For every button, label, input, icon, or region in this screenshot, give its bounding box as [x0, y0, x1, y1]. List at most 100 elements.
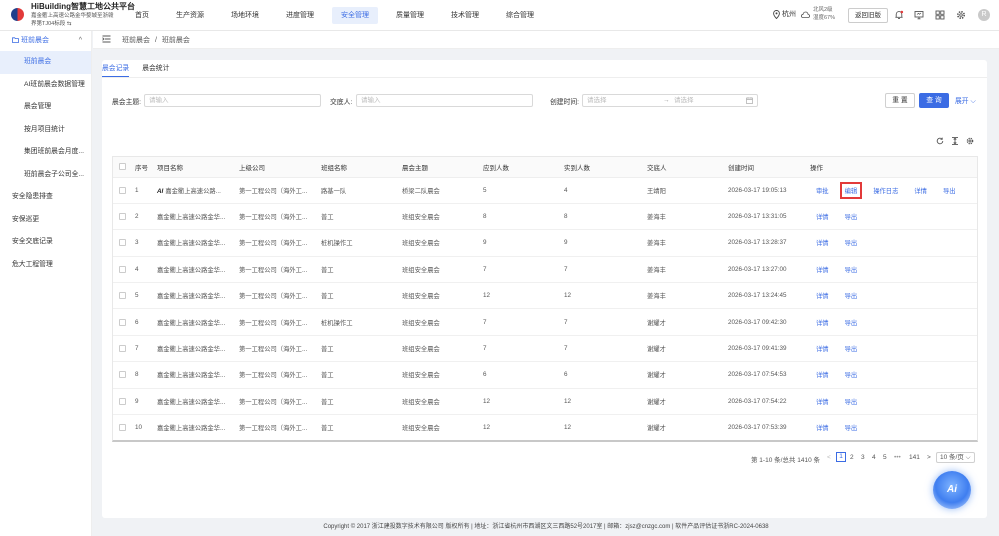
table-body: 1 AI 嘉金衢上高速公路... 第一工程公司（海外工... 路基一队 桥梁二队晨会 5 4 王… — [113, 177, 977, 440]
detail-link[interactable]: 详情 — [914, 188, 927, 195]
table-row: 3 嘉金衢上高速公路金华... 第一工程公司（海外工... 桩机操作工 班组安全晨会 9 9… — [113, 229, 977, 257]
detail-link[interactable]: 详情 — [816, 425, 829, 432]
gear-icon[interactable] — [956, 10, 966, 20]
sidebar-item-hazard-inspection[interactable]: 安全隐患排查 — [0, 186, 91, 209]
edit-link[interactable]: 编辑 — [839, 181, 863, 199]
row-checkbox[interactable] — [113, 177, 133, 204]
sidebar-item-group-monthly[interactable]: 集团班前晨会月度... — [0, 141, 91, 164]
column-height-icon[interactable] — [951, 137, 959, 147]
breadcrumb-parent[interactable]: 班前晨会 — [122, 37, 150, 44]
nav-production-resources[interactable]: 生产资源 — [167, 7, 213, 24]
ai-assistant-button[interactable]: Ai — [933, 471, 971, 509]
sidebar-item-subsidiary-all[interactable]: 班前晨会子公司全... — [0, 164, 91, 187]
sidebar-group-morning-meeting[interactable]: 班前晨会 ^ — [0, 31, 91, 51]
row-no: 9 — [133, 388, 155, 416]
prev-page-button[interactable]: < — [827, 454, 831, 461]
detail-link[interactable]: 详情 — [816, 214, 829, 221]
sidebar-item-monthly-project-stats[interactable]: 按月项目统计 — [0, 119, 91, 142]
row-checkbox[interactable] — [113, 361, 133, 389]
page-3[interactable]: 3 — [861, 454, 865, 461]
row-presenter: 谢耀才 — [645, 361, 726, 389]
page-1[interactable]: 1 — [836, 452, 846, 462]
table-header-row: 序号 项目名称 上级公司 班组名称 晨会主题 应到人数 实到人数 交底人 创建时… — [113, 157, 977, 178]
user-avatar[interactable]: R — [978, 9, 990, 21]
bell-icon[interactable] — [894, 10, 904, 20]
date-range-picker[interactable]: 请选择 → 请选择 — [582, 94, 758, 107]
row-company: 第一工程公司（海外工... — [237, 282, 319, 310]
row-checkbox[interactable] — [113, 229, 133, 257]
nav-safety[interactable]: 安全管理 — [332, 7, 378, 24]
expand-filters-button[interactable]: 展开 ⌵ — [955, 95, 976, 106]
settings-gear-icon[interactable] — [966, 137, 974, 147]
start-date[interactable]: 请选择 — [587, 97, 607, 104]
sidebar-item-major-hazard[interactable]: 危大工程管理 — [0, 254, 91, 277]
detail-link[interactable]: 详情 — [816, 399, 829, 406]
select-all-checkbox[interactable] — [113, 157, 133, 178]
row-team: 普工 — [319, 361, 400, 389]
query-button[interactable]: 查 询 — [919, 93, 949, 108]
row-checkbox[interactable] — [113, 203, 133, 231]
approve-link[interactable]: 审批 — [816, 188, 829, 195]
detail-link[interactable]: 详情 — [816, 293, 829, 300]
tab-meeting-statistics[interactable]: 晨会统计 — [142, 60, 169, 77]
export-link[interactable]: 导出 — [845, 399, 858, 406]
nav-progress[interactable]: 进度管理 — [277, 7, 323, 24]
detail-link[interactable]: 详情 — [816, 346, 829, 353]
tab-meeting-records[interactable]: 晨会记录 — [102, 60, 130, 77]
export-link[interactable]: 导出 — [845, 267, 858, 274]
export-link[interactable]: 导出 — [845, 425, 858, 432]
sidebar-item-morning-meeting[interactable]: 班前晨会 — [0, 51, 91, 74]
row-checkbox[interactable] — [113, 414, 133, 440]
detail-link[interactable]: 详情 — [816, 267, 829, 274]
nav-technology[interactable]: 技术管理 — [442, 7, 488, 24]
page-141[interactable]: 141 — [909, 454, 920, 461]
export-link[interactable]: 导出 — [845, 214, 858, 221]
page-4[interactable]: 4 — [872, 454, 876, 461]
export-link[interactable]: 导出 — [845, 372, 858, 379]
sidebar-item-ai-meeting-data[interactable]: AI班前晨会数据管理 — [0, 74, 91, 97]
page-ellipsis[interactable]: ••• — [894, 454, 901, 461]
project-name-line2[interactable]: 界第TJ04标段 ⇆ — [31, 20, 131, 28]
chevron-up-icon[interactable]: ^ — [79, 31, 82, 51]
brand-block[interactable]: HiBuilding智慧工地公共平台 嘉金衢上高速公路金华婺城至浙赣 界第TJ0… — [31, 2, 135, 28]
row-checkbox[interactable] — [113, 282, 133, 310]
row-checkbox[interactable] — [113, 256, 133, 284]
row-checkbox[interactable] — [113, 388, 133, 416]
operation-log-link[interactable]: 操作日志 — [873, 188, 898, 195]
row-checkbox[interactable] — [113, 335, 133, 363]
topic-input[interactable]: 请输入 — [144, 94, 321, 107]
page-size-select[interactable]: 10 条/页 ⌵ — [936, 452, 975, 463]
export-link[interactable]: 导出 — [845, 320, 858, 327]
export-link[interactable]: 导出 — [845, 240, 858, 247]
reset-button[interactable]: 重 置 — [885, 93, 915, 108]
presenter-input[interactable]: 请输入 — [356, 94, 533, 107]
export-link[interactable]: 导出 — [943, 188, 956, 195]
sidebar-item-security-patrol[interactable]: 安保巡更 — [0, 209, 91, 232]
menu-toggle-icon[interactable] — [102, 35, 111, 45]
row-project: 嘉金衢上高速公路金华... — [155, 361, 237, 389]
nav-site-environment[interactable]: 场地环境 — [222, 7, 268, 24]
apps-grid-icon[interactable] — [935, 10, 945, 20]
refresh-icon[interactable] — [936, 137, 944, 147]
detail-link[interactable]: 详情 — [816, 240, 829, 247]
nav-quality[interactable]: 质量管理 — [387, 7, 433, 24]
monitor-icon[interactable] — [914, 10, 924, 20]
sidebar-item-safety-briefing[interactable]: 安全交底记录 — [0, 231, 91, 254]
end-date[interactable]: 请选择 — [674, 95, 694, 106]
next-page-button[interactable]: > — [927, 454, 931, 461]
col-header-presenter: 交底人 — [645, 157, 726, 178]
back-to-old-version-button[interactable]: 返回旧版 — [848, 8, 888, 23]
sidebar-item-meeting-management[interactable]: 晨会管理 — [0, 96, 91, 119]
nav-general[interactable]: 综合管理 — [497, 7, 543, 24]
row-presenter: 王靖阳 — [645, 177, 726, 204]
nav-home[interactable]: 首页 — [126, 7, 158, 24]
row-checkbox[interactable] — [113, 308, 133, 336]
page-2[interactable]: 2 — [850, 454, 854, 461]
detail-link[interactable]: 详情 — [816, 320, 829, 327]
export-link[interactable]: 导出 — [845, 346, 858, 353]
row-actual: 12 — [562, 388, 645, 416]
export-link[interactable]: 导出 — [845, 293, 858, 300]
row-presenter: 姜海丰 — [645, 282, 726, 310]
detail-link[interactable]: 详情 — [816, 372, 829, 379]
page-5[interactable]: 5 — [883, 454, 887, 461]
